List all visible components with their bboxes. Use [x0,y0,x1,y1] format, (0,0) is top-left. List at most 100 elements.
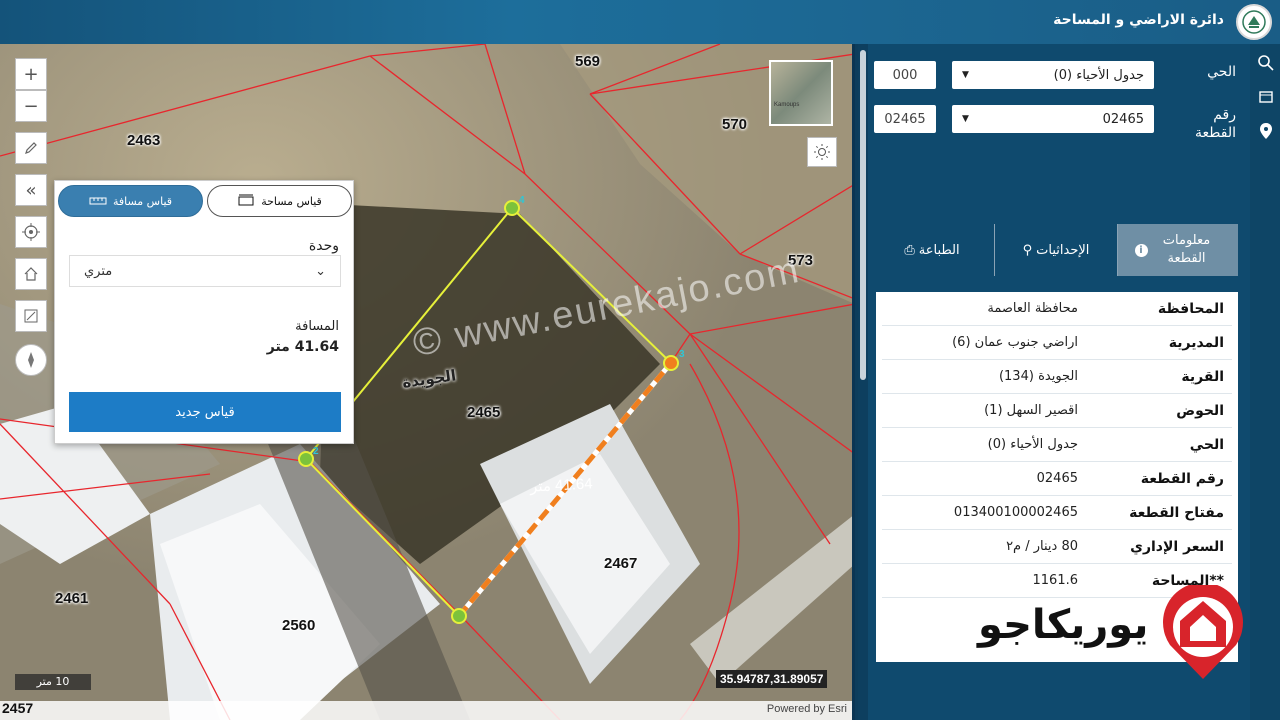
tab-print[interactable]: الطباعة ⎙ [870,224,994,276]
compass-icon[interactable] [15,344,47,376]
row-key: السعر الإداري [1130,538,1224,555]
info-icon: i [1134,243,1148,257]
home-icon[interactable] [15,258,47,290]
vertex-2[interactable] [298,451,314,467]
caret-down-icon: ▼ [962,114,969,124]
tab-coordinates[interactable]: الإحداثيات ⚲ [994,224,1118,276]
locate-icon[interactable] [15,216,47,248]
brand-logo-icon [1160,582,1246,681]
table-row: السعر الإداري 80 دينار / م٢ [882,530,1232,564]
dls-logo-icon[interactable] [1236,4,1272,40]
area-icon [238,194,254,206]
plot-code-input[interactable]: 02465 [874,105,936,133]
coordinates-readout: 35.94787,31.89057 [716,670,828,688]
scale-bar: 10 متر [15,674,91,690]
parcel-label-570[interactable]: 570 [722,116,747,133]
person-pin-icon: ⚲ [1022,242,1033,258]
row-value: الجويدة (134) [998,369,1078,384]
sun-icon[interactable] [807,137,837,167]
vertex-1[interactable] [451,608,467,624]
scrollbar-thumb[interactable] [860,50,866,380]
parcel-label-2560[interactable]: 2560 [282,617,315,634]
distance-label: المسافة [295,319,339,334]
row-key: رقم القطعة [1140,470,1224,487]
parcel-label-2467[interactable]: 2467 [604,555,637,572]
row-key: المحافظة [1157,300,1224,317]
basemap-thumbnail[interactable]: Kamoups [769,60,833,126]
caret-down-icon: ▼ [962,70,969,80]
district-select[interactable]: جدول الأحياء (0) ▼ [952,61,1154,89]
plot-select-value: 02465 [1102,111,1144,127]
district-code-input[interactable]: 000 [874,61,936,89]
parcel-label-569[interactable]: 569 [575,53,600,70]
row-value: 1161.6 [1032,573,1079,588]
row-value: 02465 [1036,471,1078,486]
attribution-bar: Powered by Esri [0,701,852,720]
row-key: الحوض [1176,402,1224,419]
district-label: الحي [1207,64,1236,80]
tab-distance-measure[interactable]: قياس مسافة [58,185,203,217]
district-select-value: جدول الأحياء (0) [1053,67,1144,83]
plot-label: رقم القطعة [1195,107,1236,141]
tab-coordinates-label: الإحداثيات [1036,242,1090,258]
measure-panel: قياس مسافة قياس مساحة وحدة ⌄ متري المساف… [54,180,354,444]
parcel-label-2461[interactable]: 2461 [55,590,88,607]
unit-label: وحدة [308,238,339,254]
new-measure-button[interactable]: قياس جديد [69,392,341,432]
parcel-label-2465[interactable]: 2465 [467,404,500,421]
row-value: اراضي جنوب عمان (6) [952,335,1078,350]
info-tabs: معلومات القطعة i الإحداثيات ⚲ الطباعة ⎙ [870,224,1238,276]
table-row: القرية الجويدة (134) [882,360,1232,394]
row-value: محافظة العاصمة [987,301,1078,316]
row-value: 013400100002465 [953,505,1078,520]
parcel-label-2463[interactable]: 2463 [127,132,160,149]
pencil-icon[interactable] [15,132,47,164]
layers-icon[interactable] [1255,86,1277,108]
map-view[interactable]: 4 3 2 569 570 2463 573 2465 2467 2461 25… [0,44,855,720]
table-row: رقم القطعة 02465 [882,462,1232,496]
sidebar-scrollbar[interactable] [858,44,868,720]
plot-select[interactable]: 02465 ▼ [952,105,1154,133]
vertex-3[interactable] [663,355,679,371]
table-row: مفتاح القطعة 013400100002465 [882,496,1232,530]
tab-area-label: قياس مساحة [261,194,322,208]
ruler-icon [89,197,107,205]
printer-icon: ⎙ [904,242,915,258]
vertex-4[interactable] [504,200,520,216]
zoom-out-button[interactable]: − [15,90,47,122]
right-icon-bar [1250,44,1280,720]
row-key: القرية [1181,368,1224,385]
row-key: الحي [1189,436,1224,453]
brand-name: يوريكاجو [978,602,1149,648]
plot-info-table: المحافظة محافظة العاصمة المديرية اراضي جنو… [882,292,1232,598]
tab-distance-label: قياس مسافة [112,194,173,208]
table-row: الحي جدول الأحياء (0) [882,428,1232,462]
unit-value: متري [84,263,113,279]
distance-value: 41.64 متر [266,339,339,355]
app-title: دائرة الاراضي و المساحة [1053,12,1224,28]
table-row: الحوض اقصير السهل (1) [882,394,1232,428]
powered-by[interactable]: Powered by Esri [767,703,847,715]
parcel-label-2457[interactable]: 2457 [2,700,33,716]
measure-tool-icon[interactable] [15,300,47,332]
row-value: اقصير السهل (1) [984,403,1078,418]
location-pin-icon[interactable] [1255,120,1277,142]
chevron-down-icon: ⌄ [315,263,326,279]
tab-plot-info[interactable]: معلومات القطعة i [1118,224,1238,276]
table-row: المحافظة محافظة العاصمة [882,292,1232,326]
row-key: مفتاح القطعة [1129,504,1224,521]
tab-area-measure[interactable]: قياس مساحة [207,185,352,217]
vertex-label-3: 3 [679,349,685,360]
top-header: دائرة الاراضي و المساحة [0,0,1280,44]
row-value: 80 دينار / م٢ [1006,539,1078,554]
zoom-in-button[interactable]: + [15,58,47,90]
minimap-text: Kamoups [774,102,800,108]
unit-select[interactable]: ⌄ متري [69,255,341,287]
tab-plot-info-label: معلومات القطعة [1162,233,1211,266]
collapse-icon[interactable]: « [15,174,47,206]
tab-print-label: الطباعة [918,242,960,258]
search-icon[interactable] [1255,52,1277,74]
row-value: جدول الأحياء (0) [987,437,1078,452]
row-key: المديرية [1168,334,1224,351]
vertex-label-4: 4 [519,195,525,206]
